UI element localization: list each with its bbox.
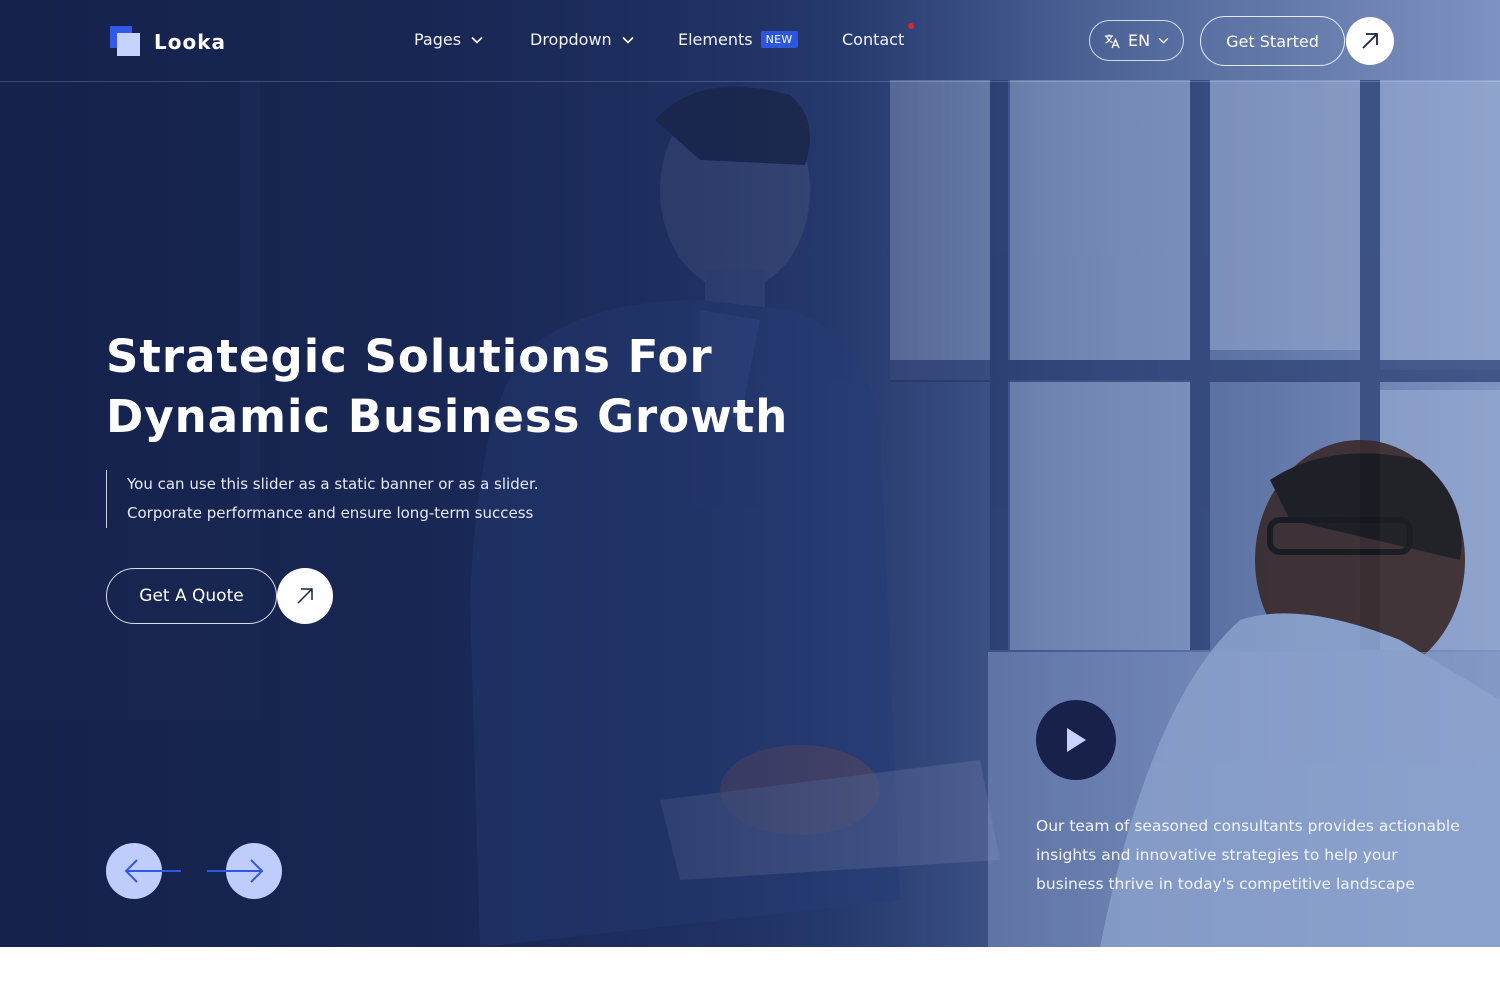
nav-item-label: Contact xyxy=(842,30,905,49)
nav-item-label: Pages xyxy=(414,30,462,49)
hero-description-line-2: Corporate performance and ensure long-te… xyxy=(127,504,534,522)
play-icon xyxy=(1067,728,1086,752)
arrow-up-right-icon xyxy=(297,588,313,604)
nav-item-dropdown[interactable]: Dropdown xyxy=(530,30,634,49)
new-badge: NEW xyxy=(760,31,798,48)
video-info-panel: Our team of seasoned consultants provide… xyxy=(988,652,1500,947)
site-header: Looka Pages Dropdown Elements NEW Contac… xyxy=(0,0,1500,82)
nav-item-contact[interactable]: Contact xyxy=(842,30,904,49)
get-started-button[interactable]: Get Started xyxy=(1200,16,1345,66)
hero-section: Looka Pages Dropdown Elements NEW Contac… xyxy=(0,0,1500,947)
hero-title: Strategic Solutions For Dynamic Business… xyxy=(106,327,886,447)
nav-item-elements[interactable]: Elements NEW xyxy=(678,30,798,49)
play-video-button[interactable] xyxy=(1036,700,1116,780)
chevron-down-icon xyxy=(471,36,483,44)
arrow-left-icon xyxy=(124,859,138,883)
translate-icon xyxy=(1105,34,1120,48)
get-started-arrow-button[interactable] xyxy=(1346,17,1394,65)
get-quote-button[interactable]: Get A Quote xyxy=(106,568,277,624)
hero-title-line-2: Dynamic Business Growth xyxy=(106,390,789,443)
get-quote-arrow-button[interactable] xyxy=(277,568,333,624)
language-label: EN xyxy=(1128,31,1151,50)
hero-description: You can use this slider as a static bann… xyxy=(106,470,539,528)
nav-item-pages[interactable]: Pages xyxy=(414,30,483,49)
arrow-right-icon xyxy=(250,859,264,883)
hero-title-line-1: Strategic Solutions For xyxy=(106,330,713,383)
get-started-label: Get Started xyxy=(1226,31,1319,51)
notification-dot xyxy=(908,23,914,29)
nav-item-label: Elements xyxy=(678,30,753,49)
nav-item-label: Dropdown xyxy=(530,30,612,49)
arrow-up-right-icon xyxy=(1362,33,1378,49)
get-quote-label: Get A Quote xyxy=(139,586,244,606)
language-selector[interactable]: EN xyxy=(1089,20,1184,61)
hero-description-line-1: You can use this slider as a static bann… xyxy=(127,475,539,493)
chevron-down-icon xyxy=(1158,37,1169,44)
chevron-down-icon xyxy=(622,36,634,44)
panel-description: Our team of seasoned consultants provide… xyxy=(1036,817,1460,893)
